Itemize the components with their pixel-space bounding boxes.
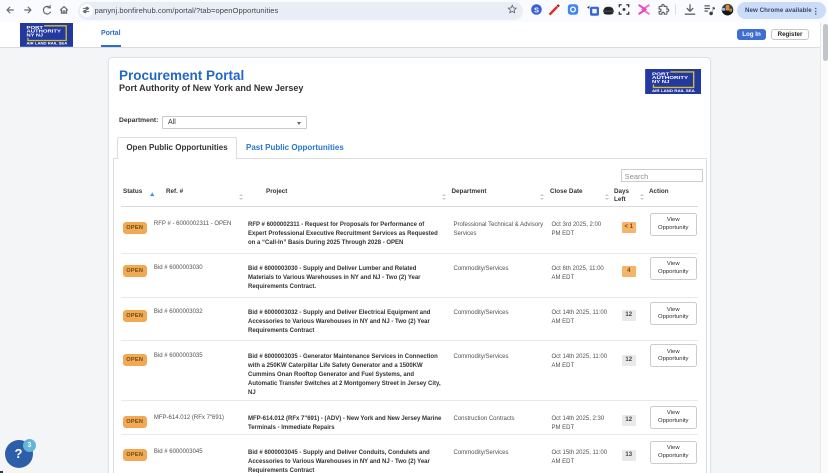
svg-text:S: S bbox=[534, 5, 539, 14]
svg-text:AIR LAND RAIL SEA: AIR LAND RAIL SEA bbox=[652, 89, 695, 93]
svg-text:NY NJ: NY NJ bbox=[26, 33, 43, 38]
svg-text:NY NJ: NY NJ bbox=[652, 79, 670, 84]
svg-text:AIR LAND RAIL SEA: AIR LAND RAIL SEA bbox=[26, 42, 68, 46]
